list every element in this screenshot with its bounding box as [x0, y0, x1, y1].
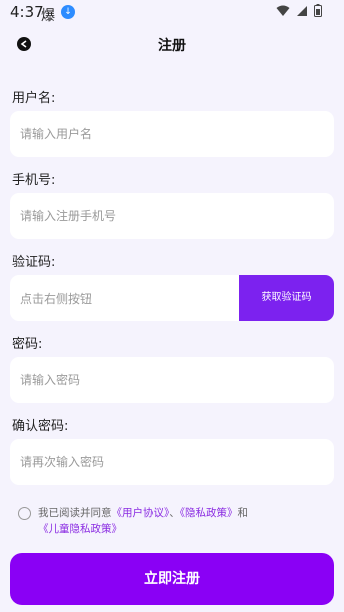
download-icon: ↓ [61, 5, 75, 19]
agreement-prefix: 我已阅读并同意 [38, 507, 112, 519]
user-agreement-link[interactable]: 《用户协议》 [112, 507, 170, 519]
phone-input[interactable] [10, 209, 334, 223]
header: 注册 [0, 24, 344, 66]
child-privacy-link[interactable]: 《儿童隐私政策》 [38, 523, 122, 535]
app-notification-icon: 爆 [41, 8, 55, 24]
signal-icon [296, 5, 308, 17]
get-code-button[interactable]: 获取验证码 [239, 275, 334, 321]
password-field-container [10, 357, 334, 403]
agreement-and: 和 [237, 507, 249, 519]
agreement-separator: 、 [169, 507, 180, 519]
code-input[interactable] [10, 275, 242, 323]
wifi-icon [276, 5, 290, 17]
confirm-password-input[interactable] [10, 455, 334, 469]
battery-icon [314, 4, 322, 17]
code-field-container: 获取验证码 [10, 275, 334, 323]
register-button[interactable]: 立即注册 [10, 553, 334, 605]
status-icons [276, 4, 322, 17]
password-input[interactable] [10, 373, 334, 387]
page-title: 注册 [158, 38, 186, 54]
username-input[interactable] [10, 127, 334, 141]
phone-field-container [10, 193, 334, 239]
confirm-password-label: 确认密码: [12, 419, 69, 434]
password-label: 密码: [12, 337, 43, 352]
status-time: 4:37 [10, 3, 44, 21]
username-label: 用户名: [12, 91, 56, 106]
agreement-text: 我已阅读并同意《用户协议》、《隐私政策》和《儿童隐私政策》 [38, 505, 330, 537]
phone-label: 手机号: [12, 173, 56, 188]
confirm-password-field-container [10, 439, 334, 485]
agree-radio[interactable] [18, 507, 31, 520]
status-bar: 4:37 爆 ↓ [0, 0, 344, 24]
code-label: 验证码: [12, 255, 56, 270]
username-field-container [10, 111, 334, 157]
privacy-policy-link[interactable]: 《隐私政策》 [180, 507, 238, 519]
